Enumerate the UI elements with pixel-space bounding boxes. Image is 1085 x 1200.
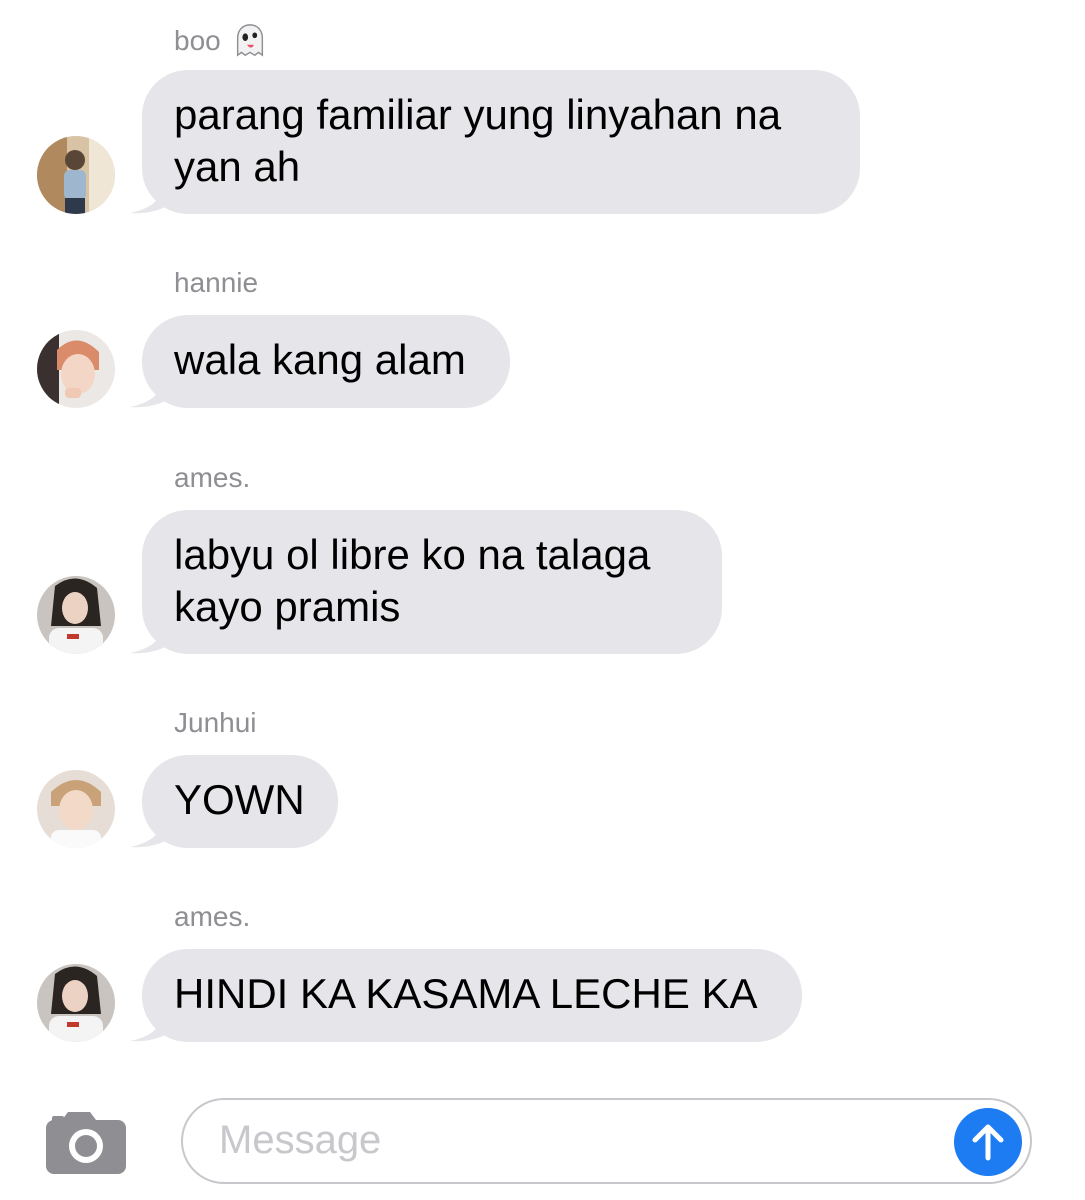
message-input-bar: Message <box>0 1090 1085 1200</box>
ghost-emoji-icon <box>236 24 263 57</box>
sender-name: hannie <box>174 267 259 298</box>
message-text-line: yan ah <box>174 143 301 190</box>
sender-name: ames. <box>174 462 251 493</box>
message-bubble[interactable]: wala kang alam <box>142 315 510 408</box>
sender-name: ames. <box>174 901 251 932</box>
avatar[interactable] <box>37 770 115 848</box>
camera-icon[interactable] <box>44 1108 128 1174</box>
message-text-line: YOWN <box>174 776 305 823</box>
message-text-line: wala kang alam <box>174 336 466 383</box>
message-bubble[interactable]: parang familiar yung linyahan na yan ah <box>142 70 860 214</box>
message-text-line: kayo pramis <box>174 583 401 630</box>
arrow-up-icon <box>972 1124 1004 1161</box>
sender-name: Junhui <box>174 707 257 738</box>
sender-name: boo <box>174 22 269 60</box>
message-bubble[interactable]: HINDI KA KASAMA LECHE KA <box>142 949 802 1042</box>
message-text-line: parang familiar yung linyahan na <box>174 91 782 138</box>
message-bubble[interactable]: YOWN <box>142 755 338 848</box>
message-placeholder: Message <box>219 1118 382 1162</box>
avatar[interactable] <box>37 330 115 408</box>
message-text-line: labyu ol libre ko na talaga <box>174 531 651 578</box>
message-input[interactable]: Message <box>181 1098 1032 1184</box>
avatar[interactable] <box>37 576 115 654</box>
message-text-line: HINDI KA KASAMA LECHE KA <box>174 970 758 1017</box>
message-bubble[interactable]: labyu ol libre ko na talaga kayo pramis <box>142 510 722 654</box>
avatar[interactable] <box>37 136 115 214</box>
send-button[interactable] <box>954 1108 1022 1176</box>
avatar[interactable] <box>37 964 115 1042</box>
